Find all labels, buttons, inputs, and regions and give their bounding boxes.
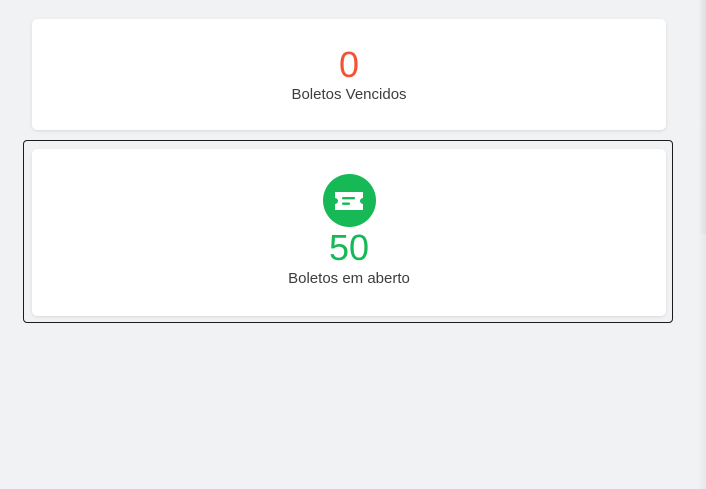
ticket-icon xyxy=(322,174,376,227)
overdue-count: 0 xyxy=(338,44,360,85)
open-boletos-card[interactable]: 50 Boletos em aberto xyxy=(32,149,666,316)
overdue-label: Boletos Vencidos xyxy=(291,86,407,103)
scroll-shadow xyxy=(700,0,706,234)
page-right-edge xyxy=(698,0,706,489)
open-count: 50 xyxy=(328,227,370,268)
open-label: Boletos em aberto xyxy=(288,270,410,287)
overdue-boletos-card[interactable]: 0 Boletos Vencidos xyxy=(32,19,666,130)
ticket-icon-glyph xyxy=(335,191,363,210)
